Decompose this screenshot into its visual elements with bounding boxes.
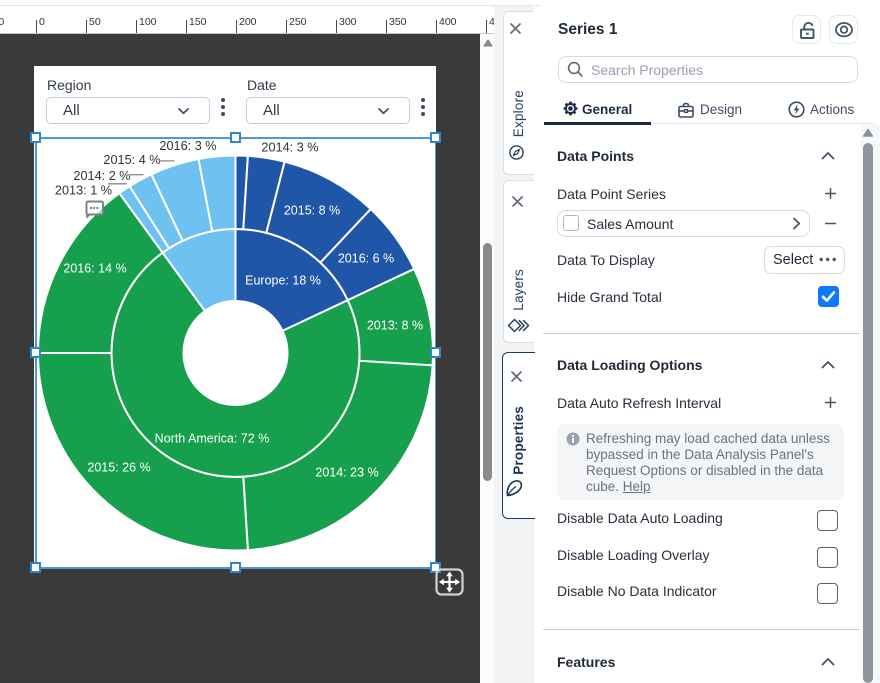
svg-text:North America: 72 %: North America: 72 % (155, 432, 270, 446)
svg-text:2013: 8 %: 2013: 8 % (367, 319, 423, 333)
svg-text:2016: 3 %: 2016: 3 % (159, 139, 216, 153)
svg-text:2014: 3 %: 2014: 3 % (261, 141, 318, 155)
svg-text:Europe: 18 %: Europe: 18 % (245, 274, 321, 288)
svg-text:2014: 2 %: 2014: 2 % (73, 169, 130, 183)
svg-text:2013: 1 %: 2013: 1 % (55, 184, 112, 198)
svg-text:2014: 23 %: 2014: 23 % (315, 466, 378, 480)
svg-text:2015: 4 %: 2015: 4 % (103, 153, 160, 167)
svg-text:2016: 14 %: 2016: 14 % (63, 262, 126, 276)
svg-text:2015: 8 %: 2015: 8 % (284, 204, 340, 218)
svg-text:2015: 26 %: 2015: 26 % (87, 461, 150, 475)
svg-text:2016: 6 %: 2016: 6 % (338, 252, 394, 266)
